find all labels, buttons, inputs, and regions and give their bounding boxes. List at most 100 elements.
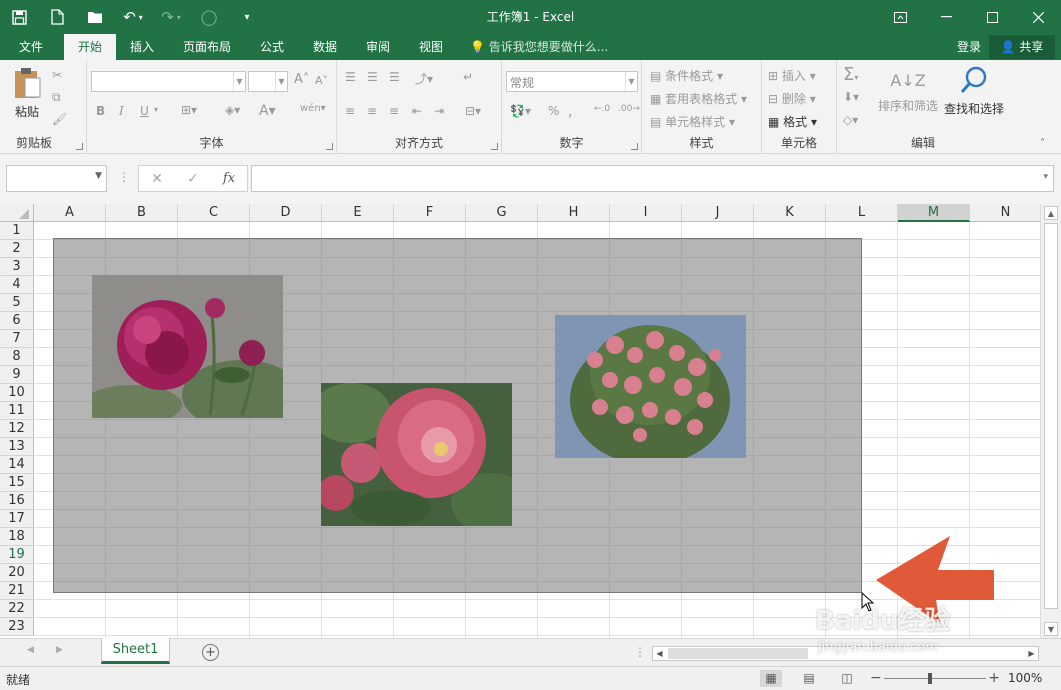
accounting-format-icon[interactable]: 💱▾ [510, 104, 531, 118]
insert-cells-button[interactable]: ⊞ 插入 ▾ [768, 67, 816, 84]
column-header[interactable]: L [826, 204, 898, 222]
insert-function-icon[interactable]: fx [211, 171, 247, 186]
row-header[interactable]: 9 [0, 366, 34, 384]
row-header[interactable]: 1 [0, 222, 34, 240]
zoom-in-icon[interactable]: + [988, 670, 1000, 687]
row-header[interactable]: 4 [0, 276, 34, 294]
row-header[interactable]: 5 [0, 294, 34, 312]
row-header[interactable]: 23 [0, 618, 34, 636]
clear-icon[interactable]: ◇▾ [843, 113, 858, 127]
format-painter-icon[interactable]: 🖌 [52, 112, 67, 126]
clipboard-launcher-icon[interactable] [76, 143, 83, 150]
conditional-formatting-button[interactable]: ▤ 条件格式 ▾ [650, 67, 723, 84]
column-header[interactable]: I [610, 204, 682, 222]
tab-view[interactable]: 视图 [409, 34, 453, 60]
orientation-icon[interactable]: ⤴▾ [415, 70, 433, 87]
minimize-icon[interactable] [923, 0, 969, 34]
enter-icon[interactable]: ✓ [175, 171, 211, 187]
row-header[interactable]: 10 [0, 384, 34, 402]
page-layout-view-icon[interactable]: ▤ [798, 670, 820, 687]
close-icon[interactable] [1015, 0, 1061, 34]
row-header[interactable]: 18 [0, 528, 34, 546]
increase-decimal-icon[interactable]: ←.0 [594, 104, 610, 114]
row-header[interactable]: 11 [0, 402, 34, 420]
alignment-launcher-icon[interactable] [491, 143, 498, 150]
number-launcher-icon[interactable] [631, 143, 638, 150]
bold-button[interactable]: B [96, 104, 105, 118]
row-header[interactable]: 21 [0, 582, 34, 600]
next-sheet-icon[interactable]: ▶ [56, 645, 63, 655]
row-header[interactable]: 16 [0, 492, 34, 510]
sheet-tab-sheet1[interactable]: Sheet1 [101, 638, 170, 664]
number-format-combo[interactable]: 常规 ▼ [506, 71, 638, 92]
add-sheet-icon[interactable]: + [202, 644, 219, 661]
delete-cells-button[interactable]: ⊟ 删除 ▾ [768, 90, 816, 107]
column-header[interactable]: A [34, 204, 106, 222]
undo-icon[interactable]: ↶ ▾ [114, 0, 152, 34]
row-header[interactable]: 14 [0, 456, 34, 474]
scroll-down-icon[interactable]: ▼ [1044, 622, 1058, 636]
sort-filter-button[interactable]: A↓Z 排序和筛选 [875, 65, 941, 114]
column-header[interactable]: G [466, 204, 538, 222]
ribbon-display-options-icon[interactable] [877, 0, 923, 34]
redo-icon[interactable]: ↷ ▾ [152, 0, 190, 34]
font-launcher-icon[interactable] [326, 143, 333, 150]
expand-formula-icon[interactable]: ▾ [1043, 172, 1048, 182]
horizontal-scroll-thumb[interactable] [668, 648, 808, 659]
tab-data[interactable]: 数据 [303, 34, 347, 60]
camellia-picture[interactable] [321, 383, 512, 526]
autosum-icon[interactable]: Σ▾ [843, 64, 858, 85]
normal-view-icon[interactable]: ▦ [760, 670, 782, 687]
tab-review[interactable]: 审阅 [356, 34, 400, 60]
vertical-scroll-thumb[interactable] [1044, 223, 1058, 609]
paste-button[interactable]: 粘贴 [8, 66, 46, 120]
row-header[interactable]: 8 [0, 348, 34, 366]
borders-icon[interactable]: ⊞▾ [181, 103, 197, 117]
align-right-icon[interactable]: ≡ [389, 104, 399, 118]
tell-me-box[interactable]: 💡 告诉我您想要做什么... [470, 34, 608, 60]
column-header[interactable]: H [538, 204, 610, 222]
chevron-down-icon[interactable]: ▾ [154, 105, 158, 114]
maximize-icon[interactable] [969, 0, 1015, 34]
fill-icon[interactable]: ⬇▾ [843, 90, 859, 104]
share-button[interactable]: 👤 共享 [989, 35, 1055, 59]
row-header[interactable]: 2 [0, 240, 34, 258]
column-header[interactable]: M [898, 204, 970, 222]
column-header[interactable]: N [970, 204, 1040, 222]
login-link[interactable]: 登录 [957, 34, 981, 60]
tab-file[interactable]: 文件 [8, 34, 54, 60]
row-header[interactable]: 7 [0, 330, 34, 348]
zoom-percent[interactable]: 100% [1008, 671, 1042, 685]
font-color-icon[interactable]: A▾ [259, 103, 276, 119]
align-left-icon[interactable]: ≡ [345, 104, 355, 118]
touch-mode-icon[interactable]: ◯ [190, 0, 228, 34]
vertical-scrollbar[interactable]: ▲ ▼ [1040, 204, 1061, 638]
tab-formulas[interactable]: 公式 [250, 34, 294, 60]
new-file-icon[interactable] [38, 0, 76, 34]
column-header[interactable]: F [394, 204, 466, 222]
row-header[interactable]: 19 [0, 546, 34, 564]
phonetic-icon[interactable]: wén▾ [300, 103, 326, 114]
tab-home[interactable]: 开始 [64, 34, 116, 60]
row-header[interactable]: 15 [0, 474, 34, 492]
decrease-font-icon[interactable]: A˅ [315, 74, 328, 87]
zoom-knob[interactable] [928, 673, 932, 684]
split-handle-icon[interactable]: ⋮ [634, 645, 646, 659]
copy-icon[interactable]: ⧉ [52, 90, 61, 105]
save-icon[interactable] [0, 0, 38, 34]
column-header[interactable]: C [178, 204, 250, 222]
prev-sheet-icon[interactable]: ◀ [27, 645, 34, 655]
underline-button[interactable]: U [140, 104, 149, 118]
drag-handle-icon[interactable]: ⋮ [118, 170, 130, 184]
cell-styles-button[interactable]: ▤ 单元格样式 ▾ [650, 113, 735, 130]
tab-page-layout[interactable]: 页面布局 [176, 34, 238, 60]
row-header[interactable]: 12 [0, 420, 34, 438]
formula-input[interactable]: ▾ [251, 165, 1054, 192]
rose-bush-picture[interactable] [555, 315, 746, 458]
wrap-text-icon[interactable]: ↵ [463, 70, 473, 84]
scroll-right-icon[interactable]: ▶ [1025, 647, 1038, 660]
align-bottom-icon[interactable]: ☰ [389, 70, 400, 84]
font-size-combo[interactable]: ▼ [248, 71, 288, 92]
column-header[interactable]: E [322, 204, 394, 222]
italic-button[interactable]: I [119, 104, 124, 118]
